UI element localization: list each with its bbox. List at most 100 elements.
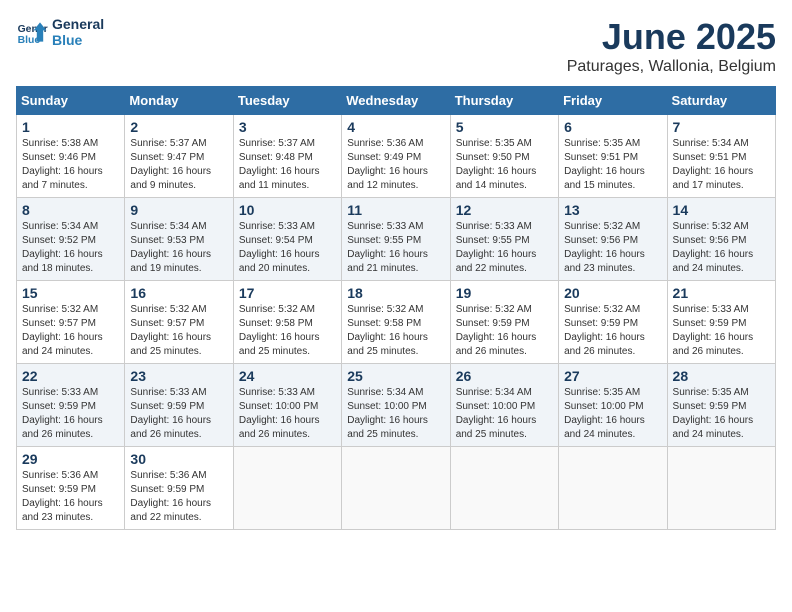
- day-detail: Sunrise: 5:32 AM Sunset: 9:58 PM Dayligh…: [239, 303, 336, 359]
- day-number: 7: [673, 119, 770, 135]
- col-thursday: Thursday: [450, 87, 558, 115]
- day-detail: Sunrise: 5:32 AM Sunset: 9:58 PM Dayligh…: [347, 303, 444, 359]
- day-detail: Sunrise: 5:32 AM Sunset: 9:59 PM Dayligh…: [564, 303, 661, 359]
- calendar-cell: 12 Sunrise: 5:33 AM Sunset: 9:55 PM Dayl…: [450, 198, 558, 281]
- day-detail: Sunrise: 5:35 AM Sunset: 10:00 PM Daylig…: [564, 386, 661, 442]
- day-detail: Sunrise: 5:36 AM Sunset: 9:49 PM Dayligh…: [347, 137, 444, 193]
- logo-icon: General Blue: [16, 16, 48, 48]
- calendar-cell: [233, 447, 341, 530]
- calendar-cell: 23 Sunrise: 5:33 AM Sunset: 9:59 PM Dayl…: [125, 364, 233, 447]
- day-detail: Sunrise: 5:33 AM Sunset: 9:59 PM Dayligh…: [673, 303, 770, 359]
- day-detail: Sunrise: 5:34 AM Sunset: 9:53 PM Dayligh…: [130, 220, 227, 276]
- day-number: 24: [239, 368, 336, 384]
- day-detail: Sunrise: 5:34 AM Sunset: 9:51 PM Dayligh…: [673, 137, 770, 193]
- day-number: 21: [673, 285, 770, 301]
- day-number: 8: [22, 202, 119, 218]
- day-detail: Sunrise: 5:33 AM Sunset: 9:54 PM Dayligh…: [239, 220, 336, 276]
- title-block: June 2025 Paturages, Wallonia, Belgium: [567, 16, 776, 76]
- calendar-header-row: Sunday Monday Tuesday Wednesday Thursday…: [17, 87, 776, 115]
- day-detail: Sunrise: 5:36 AM Sunset: 9:59 PM Dayligh…: [130, 469, 227, 525]
- calendar-cell: 27 Sunrise: 5:35 AM Sunset: 10:00 PM Day…: [559, 364, 667, 447]
- day-number: 17: [239, 285, 336, 301]
- day-number: 1: [22, 119, 119, 135]
- col-wednesday: Wednesday: [342, 87, 450, 115]
- day-detail: Sunrise: 5:33 AM Sunset: 9:55 PM Dayligh…: [347, 220, 444, 276]
- col-friday: Friday: [559, 87, 667, 115]
- calendar-cell: 22 Sunrise: 5:33 AM Sunset: 9:59 PM Dayl…: [17, 364, 125, 447]
- calendar-table: Sunday Monday Tuesday Wednesday Thursday…: [16, 86, 776, 530]
- day-number: 13: [564, 202, 661, 218]
- day-detail: Sunrise: 5:32 AM Sunset: 9:57 PM Dayligh…: [130, 303, 227, 359]
- calendar-cell: 28 Sunrise: 5:35 AM Sunset: 9:59 PM Dayl…: [667, 364, 775, 447]
- day-detail: Sunrise: 5:36 AM Sunset: 9:59 PM Dayligh…: [22, 469, 119, 525]
- calendar-cell: 21 Sunrise: 5:33 AM Sunset: 9:59 PM Dayl…: [667, 281, 775, 364]
- day-number: 14: [673, 202, 770, 218]
- calendar-cell: 2 Sunrise: 5:37 AM Sunset: 9:47 PM Dayli…: [125, 115, 233, 198]
- calendar-week-2: 8 Sunrise: 5:34 AM Sunset: 9:52 PM Dayli…: [17, 198, 776, 281]
- day-detail: Sunrise: 5:35 AM Sunset: 9:59 PM Dayligh…: [673, 386, 770, 442]
- calendar-cell: 4 Sunrise: 5:36 AM Sunset: 9:49 PM Dayli…: [342, 115, 450, 198]
- day-number: 6: [564, 119, 661, 135]
- calendar-cell: 3 Sunrise: 5:37 AM Sunset: 9:48 PM Dayli…: [233, 115, 341, 198]
- logo: General Blue General Blue: [16, 16, 104, 48]
- day-number: 9: [130, 202, 227, 218]
- location-subtitle: Paturages, Wallonia, Belgium: [567, 58, 776, 76]
- calendar-week-3: 15 Sunrise: 5:32 AM Sunset: 9:57 PM Dayl…: [17, 281, 776, 364]
- day-number: 28: [673, 368, 770, 384]
- day-number: 22: [22, 368, 119, 384]
- day-detail: Sunrise: 5:34 AM Sunset: 10:00 PM Daylig…: [456, 386, 553, 442]
- day-number: 15: [22, 285, 119, 301]
- day-detail: Sunrise: 5:33 AM Sunset: 9:55 PM Dayligh…: [456, 220, 553, 276]
- day-detail: Sunrise: 5:32 AM Sunset: 9:59 PM Dayligh…: [456, 303, 553, 359]
- calendar-cell: 7 Sunrise: 5:34 AM Sunset: 9:51 PM Dayli…: [667, 115, 775, 198]
- day-number: 11: [347, 202, 444, 218]
- day-number: 18: [347, 285, 444, 301]
- calendar-cell: 11 Sunrise: 5:33 AM Sunset: 9:55 PM Dayl…: [342, 198, 450, 281]
- calendar-cell: 26 Sunrise: 5:34 AM Sunset: 10:00 PM Day…: [450, 364, 558, 447]
- day-number: 30: [130, 451, 227, 467]
- col-saturday: Saturday: [667, 87, 775, 115]
- day-detail: Sunrise: 5:34 AM Sunset: 10:00 PM Daylig…: [347, 386, 444, 442]
- day-number: 25: [347, 368, 444, 384]
- day-number: 12: [456, 202, 553, 218]
- calendar-week-4: 22 Sunrise: 5:33 AM Sunset: 9:59 PM Dayl…: [17, 364, 776, 447]
- calendar-cell: 29 Sunrise: 5:36 AM Sunset: 9:59 PM Dayl…: [17, 447, 125, 530]
- calendar-week-1: 1 Sunrise: 5:38 AM Sunset: 9:46 PM Dayli…: [17, 115, 776, 198]
- day-number: 4: [347, 119, 444, 135]
- calendar-cell: 8 Sunrise: 5:34 AM Sunset: 9:52 PM Dayli…: [17, 198, 125, 281]
- day-detail: Sunrise: 5:33 AM Sunset: 10:00 PM Daylig…: [239, 386, 336, 442]
- day-number: 20: [564, 285, 661, 301]
- calendar-cell: 1 Sunrise: 5:38 AM Sunset: 9:46 PM Dayli…: [17, 115, 125, 198]
- calendar-cell: [342, 447, 450, 530]
- calendar-cell: 25 Sunrise: 5:34 AM Sunset: 10:00 PM Day…: [342, 364, 450, 447]
- calendar-week-5: 29 Sunrise: 5:36 AM Sunset: 9:59 PM Dayl…: [17, 447, 776, 530]
- day-detail: Sunrise: 5:37 AM Sunset: 9:47 PM Dayligh…: [130, 137, 227, 193]
- day-number: 5: [456, 119, 553, 135]
- month-title: June 2025: [567, 16, 776, 58]
- day-detail: Sunrise: 5:33 AM Sunset: 9:59 PM Dayligh…: [22, 386, 119, 442]
- day-detail: Sunrise: 5:33 AM Sunset: 9:59 PM Dayligh…: [130, 386, 227, 442]
- day-detail: Sunrise: 5:35 AM Sunset: 9:50 PM Dayligh…: [456, 137, 553, 193]
- col-monday: Monday: [125, 87, 233, 115]
- page-header: General Blue General Blue June 2025 Patu…: [16, 16, 776, 76]
- col-tuesday: Tuesday: [233, 87, 341, 115]
- calendar-cell: [667, 447, 775, 530]
- calendar-cell: 14 Sunrise: 5:32 AM Sunset: 9:56 PM Dayl…: [667, 198, 775, 281]
- day-number: 2: [130, 119, 227, 135]
- day-number: 10: [239, 202, 336, 218]
- day-number: 27: [564, 368, 661, 384]
- calendar-cell: [450, 447, 558, 530]
- day-number: 3: [239, 119, 336, 135]
- calendar-cell: 30 Sunrise: 5:36 AM Sunset: 9:59 PM Dayl…: [125, 447, 233, 530]
- day-number: 26: [456, 368, 553, 384]
- calendar-cell: 15 Sunrise: 5:32 AM Sunset: 9:57 PM Dayl…: [17, 281, 125, 364]
- calendar-cell: [559, 447, 667, 530]
- calendar-cell: 24 Sunrise: 5:33 AM Sunset: 10:00 PM Day…: [233, 364, 341, 447]
- day-number: 19: [456, 285, 553, 301]
- calendar-cell: 16 Sunrise: 5:32 AM Sunset: 9:57 PM Dayl…: [125, 281, 233, 364]
- day-detail: Sunrise: 5:38 AM Sunset: 9:46 PM Dayligh…: [22, 137, 119, 193]
- day-number: 29: [22, 451, 119, 467]
- day-detail: Sunrise: 5:32 AM Sunset: 9:57 PM Dayligh…: [22, 303, 119, 359]
- day-detail: Sunrise: 5:35 AM Sunset: 9:51 PM Dayligh…: [564, 137, 661, 193]
- calendar-cell: 6 Sunrise: 5:35 AM Sunset: 9:51 PM Dayli…: [559, 115, 667, 198]
